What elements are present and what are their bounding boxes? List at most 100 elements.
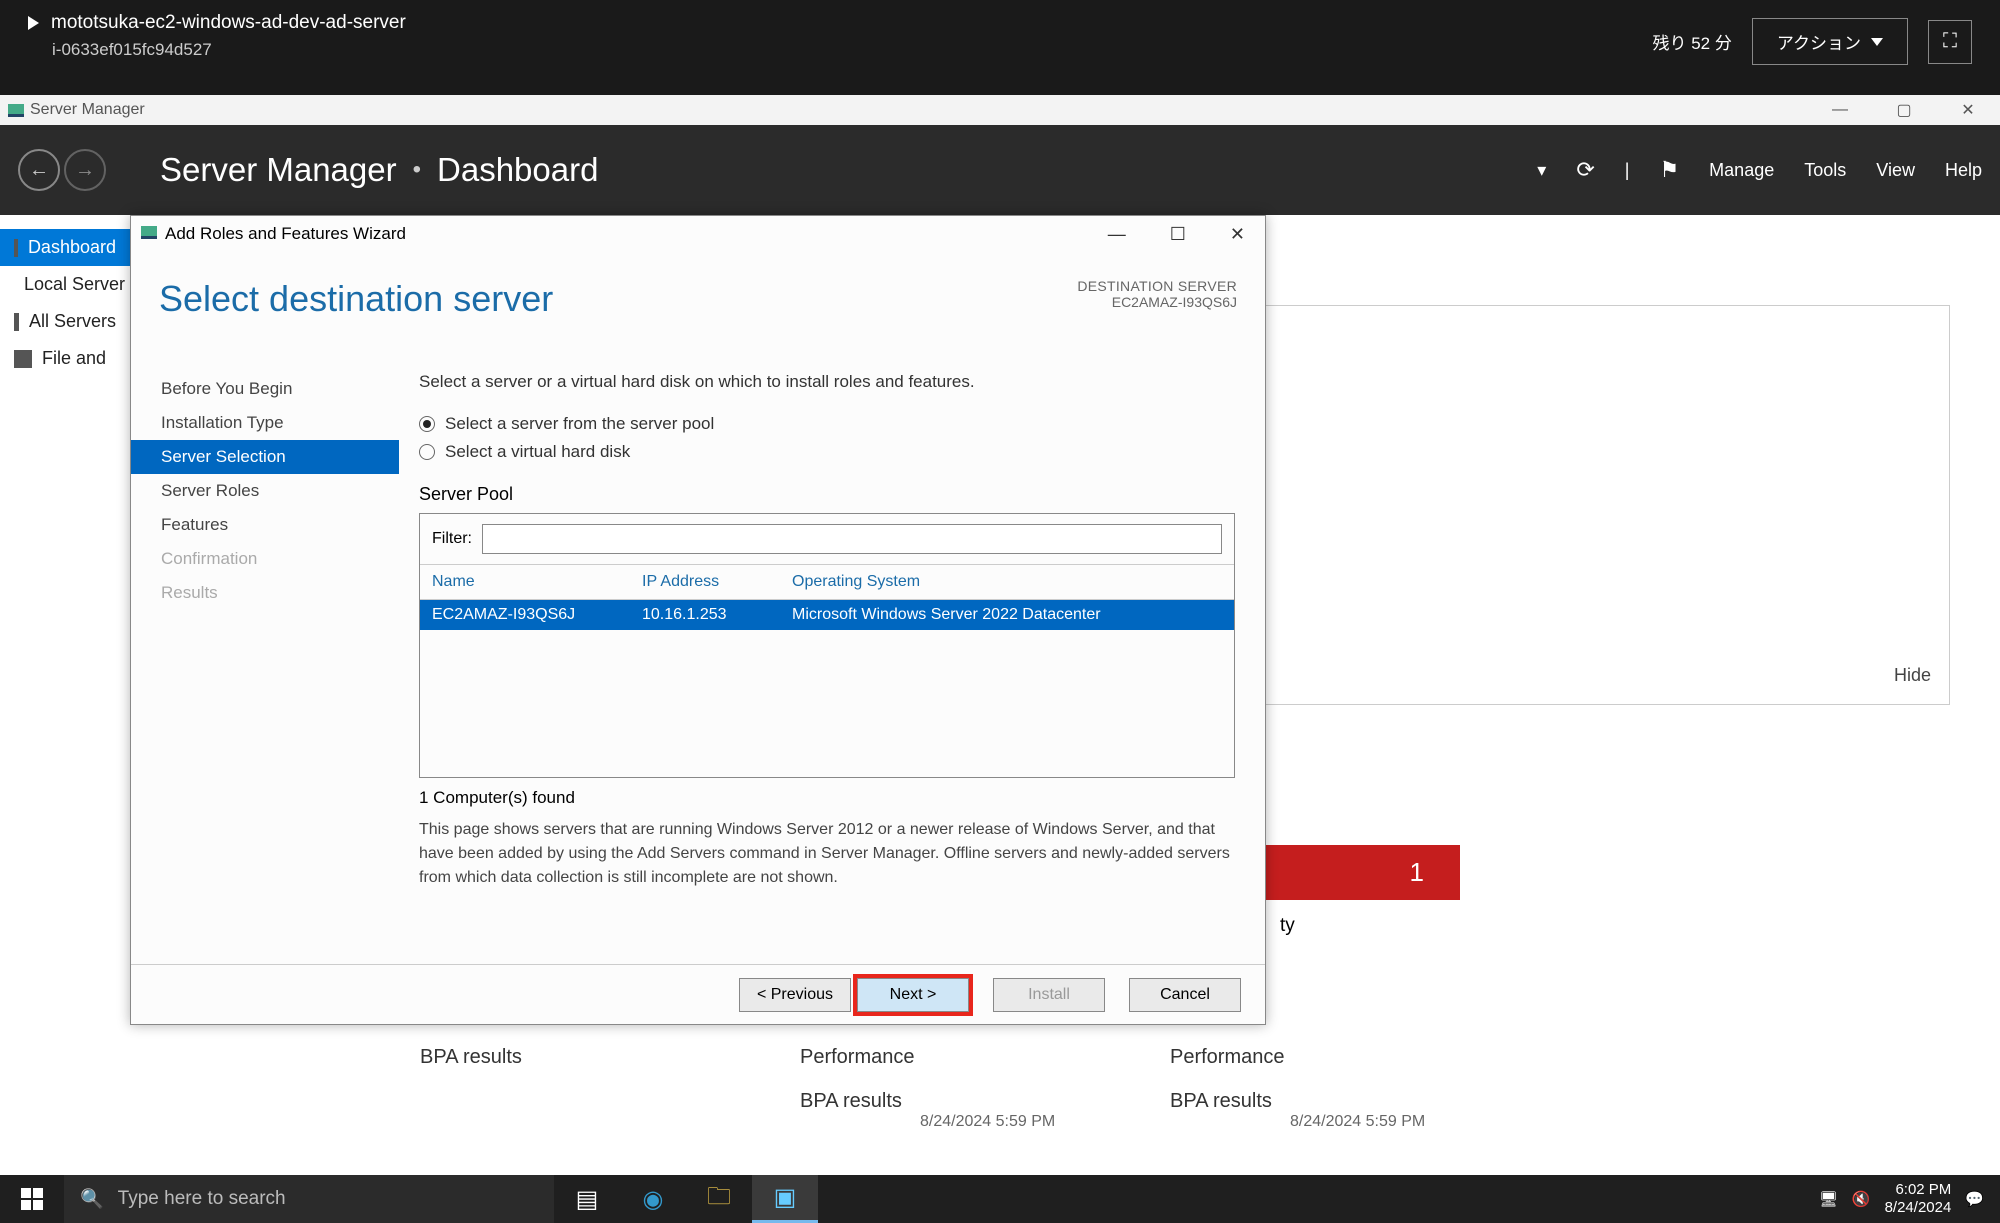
sidebar-item-local-server[interactable]: Local Server [0,266,130,303]
instance-id: i-0633ef015fc94d527 [52,40,406,60]
page-title: Dashboard [437,151,598,189]
action-dropdown[interactable]: アクション [1752,18,1908,65]
wizard-close-button[interactable]: ✕ [1230,224,1245,245]
cell-ip: 10.16.1.253 [642,606,792,624]
taskbar-search[interactable]: 🔍 Type here to search [64,1175,554,1223]
sidebar: Dashboard Local Server All Servers File … [0,215,130,1175]
sidebar-item-dashboard[interactable]: Dashboard [0,229,130,266]
clock-date: 8/24/2024 [1885,1199,1952,1217]
sidebar-item-all-servers[interactable]: All Servers [0,303,130,340]
dashboard-column-b: Performance BPA results [800,1035,915,1123]
tray-clock[interactable]: 6:02 PM 8/24/2024 [1885,1181,1952,1217]
wizard-minimize-button[interactable]: — [1108,224,1126,245]
wizard-titlebar[interactable]: Add Roles and Features Wizard — ☐ ✕ [131,216,1265,252]
wizard-title: Add Roles and Features Wizard [165,224,406,244]
clock-time: 6:02 PM [1885,1181,1952,1199]
server-manager-taskbar-button[interactable]: ▣ [752,1175,818,1223]
taskbar: 🔍 Type here to search ▤ ◉ 🗀 ▣ 🖥 🔇 6:02 P… [0,1175,2000,1223]
tray-network-icon[interactable]: 🖥 [1819,1190,1838,1208]
server-pool-label: Server Pool [419,484,1235,505]
search-icon: 🔍 [80,1187,104,1211]
breadcrumb-sep: • [413,156,421,184]
refresh-icon[interactable]: ⟳ [1576,157,1594,183]
servers-icon [14,313,19,331]
wizard-buttons: < Previous Next > Install Cancel [131,964,1265,1024]
step-features[interactable]: Features [131,508,399,542]
bpa-results-label[interactable]: BPA results [800,1079,915,1123]
menu-view[interactable]: View [1876,160,1915,181]
wizard-maximize-button[interactable]: ☐ [1170,224,1186,245]
fullscreen-button[interactable]: ⛶ [1928,20,1972,64]
dashboard-column-c: Performance BPA results [1170,1035,1285,1123]
server-manager-header: ← → Server Manager • Dashboard ▾ ⟳ | ⚑ M… [0,125,2000,215]
radio-server-pool[interactable]: Select a server from the server pool [419,414,1235,434]
nav-forward-button[interactable]: → [64,149,106,191]
destination-value: EC2AMAZ-I93QS6J [1077,294,1237,310]
bpa-results-label[interactable]: BPA results [420,1035,522,1079]
server-manager-icon [8,102,24,118]
play-icon [28,16,39,30]
filter-input[interactable] [482,524,1222,554]
windows-icon [21,1188,43,1210]
performance-label[interactable]: Performance [800,1035,915,1079]
task-view-button[interactable]: ▤ [554,1175,620,1223]
cell-name: EC2AMAZ-I93QS6J [432,606,642,624]
sidebar-item-label: Local Server [24,274,125,295]
menu-manage[interactable]: Manage [1709,160,1774,181]
window-title: Server Manager [30,101,145,119]
session-remaining: 残り 52 分 [1652,29,1731,54]
next-button[interactable]: Next > [857,978,969,1012]
destination-server-info: DESTINATION SERVER EC2AMAZ-I93QS6J [1077,278,1237,310]
radio-label: Select a server from the server pool [445,414,714,434]
menu-help[interactable]: Help [1945,160,1982,181]
hide-link[interactable]: Hide [1894,665,1931,686]
edge-button[interactable]: ◉ [620,1175,686,1223]
step-confirmation: Confirmation [131,542,399,576]
timestamp: 8/24/2024 5:59 PM [920,1113,1055,1131]
server-manager-titlebar[interactable]: Server Manager — ▢ ✕ [0,95,2000,125]
sidebar-item-file-services[interactable]: File and [0,340,130,377]
flag-icon[interactable]: ⚑ [1659,157,1679,183]
caret-icon[interactable]: ▾ [1537,160,1546,181]
chevron-down-icon [1871,38,1883,46]
cancel-button[interactable]: Cancel [1129,978,1241,1012]
bpa-results-label[interactable]: BPA results [1170,1079,1285,1123]
filter-label: Filter: [432,530,472,548]
minimize-button[interactable]: — [1808,95,1872,125]
destination-label: DESTINATION SERVER [1077,278,1237,294]
step-installation-type[interactable]: Installation Type [131,406,399,440]
wizard-description: Select a server or a virtual hard disk o… [419,372,1235,392]
col-os[interactable]: Operating System [792,573,1222,591]
performance-label[interactable]: Performance [1170,1035,1285,1079]
previous-button[interactable]: < Previous [739,978,851,1012]
explorer-button[interactable]: 🗀 [686,1175,752,1223]
manageability-label: ty [1280,915,1295,937]
close-button[interactable]: ✕ [1936,95,2000,125]
col-ip[interactable]: IP Address [642,573,792,591]
pool-note: This page shows servers that are running… [419,818,1235,890]
server-pool-box: Filter: Name IP Address Operating System… [419,513,1235,778]
tray-notifications-icon[interactable]: 💬 [1965,1190,1984,1208]
server-row[interactable]: EC2AMAZ-I93QS6J 10.16.1.253 Microsoft Wi… [420,600,1234,630]
tile-count: 1 [1410,857,1424,888]
tray-sound-icon[interactable]: 🔇 [1852,1190,1871,1208]
step-server-roles[interactable]: Server Roles [131,474,399,508]
radio-virtual-disk[interactable]: Select a virtual hard disk [419,442,1235,462]
start-button[interactable] [0,1175,64,1223]
step-server-selection[interactable]: Server Selection [131,440,399,474]
dashboard-icon [14,239,18,257]
computers-found: 1 Computer(s) found [419,788,1235,808]
app-title: Server Manager [160,151,397,189]
step-before-you-begin[interactable]: Before You Begin [131,372,399,406]
pool-rows: EC2AMAZ-I93QS6J 10.16.1.253 Microsoft Wi… [420,599,1234,777]
pool-table-header: Name IP Address Operating System [420,565,1234,599]
nav-back-button[interactable]: ← [18,149,60,191]
action-label: アクション [1777,29,1861,54]
maximize-button[interactable]: ▢ [1872,95,1936,125]
wizard-main: Select a server or a virtual hard disk o… [399,252,1265,966]
menu-tools[interactable]: Tools [1804,160,1846,181]
col-name[interactable]: Name [432,573,642,591]
sidebar-item-label: File and [42,348,106,369]
wizard-steps: Before You Begin Installation Type Serve… [131,252,399,966]
sidebar-item-label: All Servers [29,311,116,332]
